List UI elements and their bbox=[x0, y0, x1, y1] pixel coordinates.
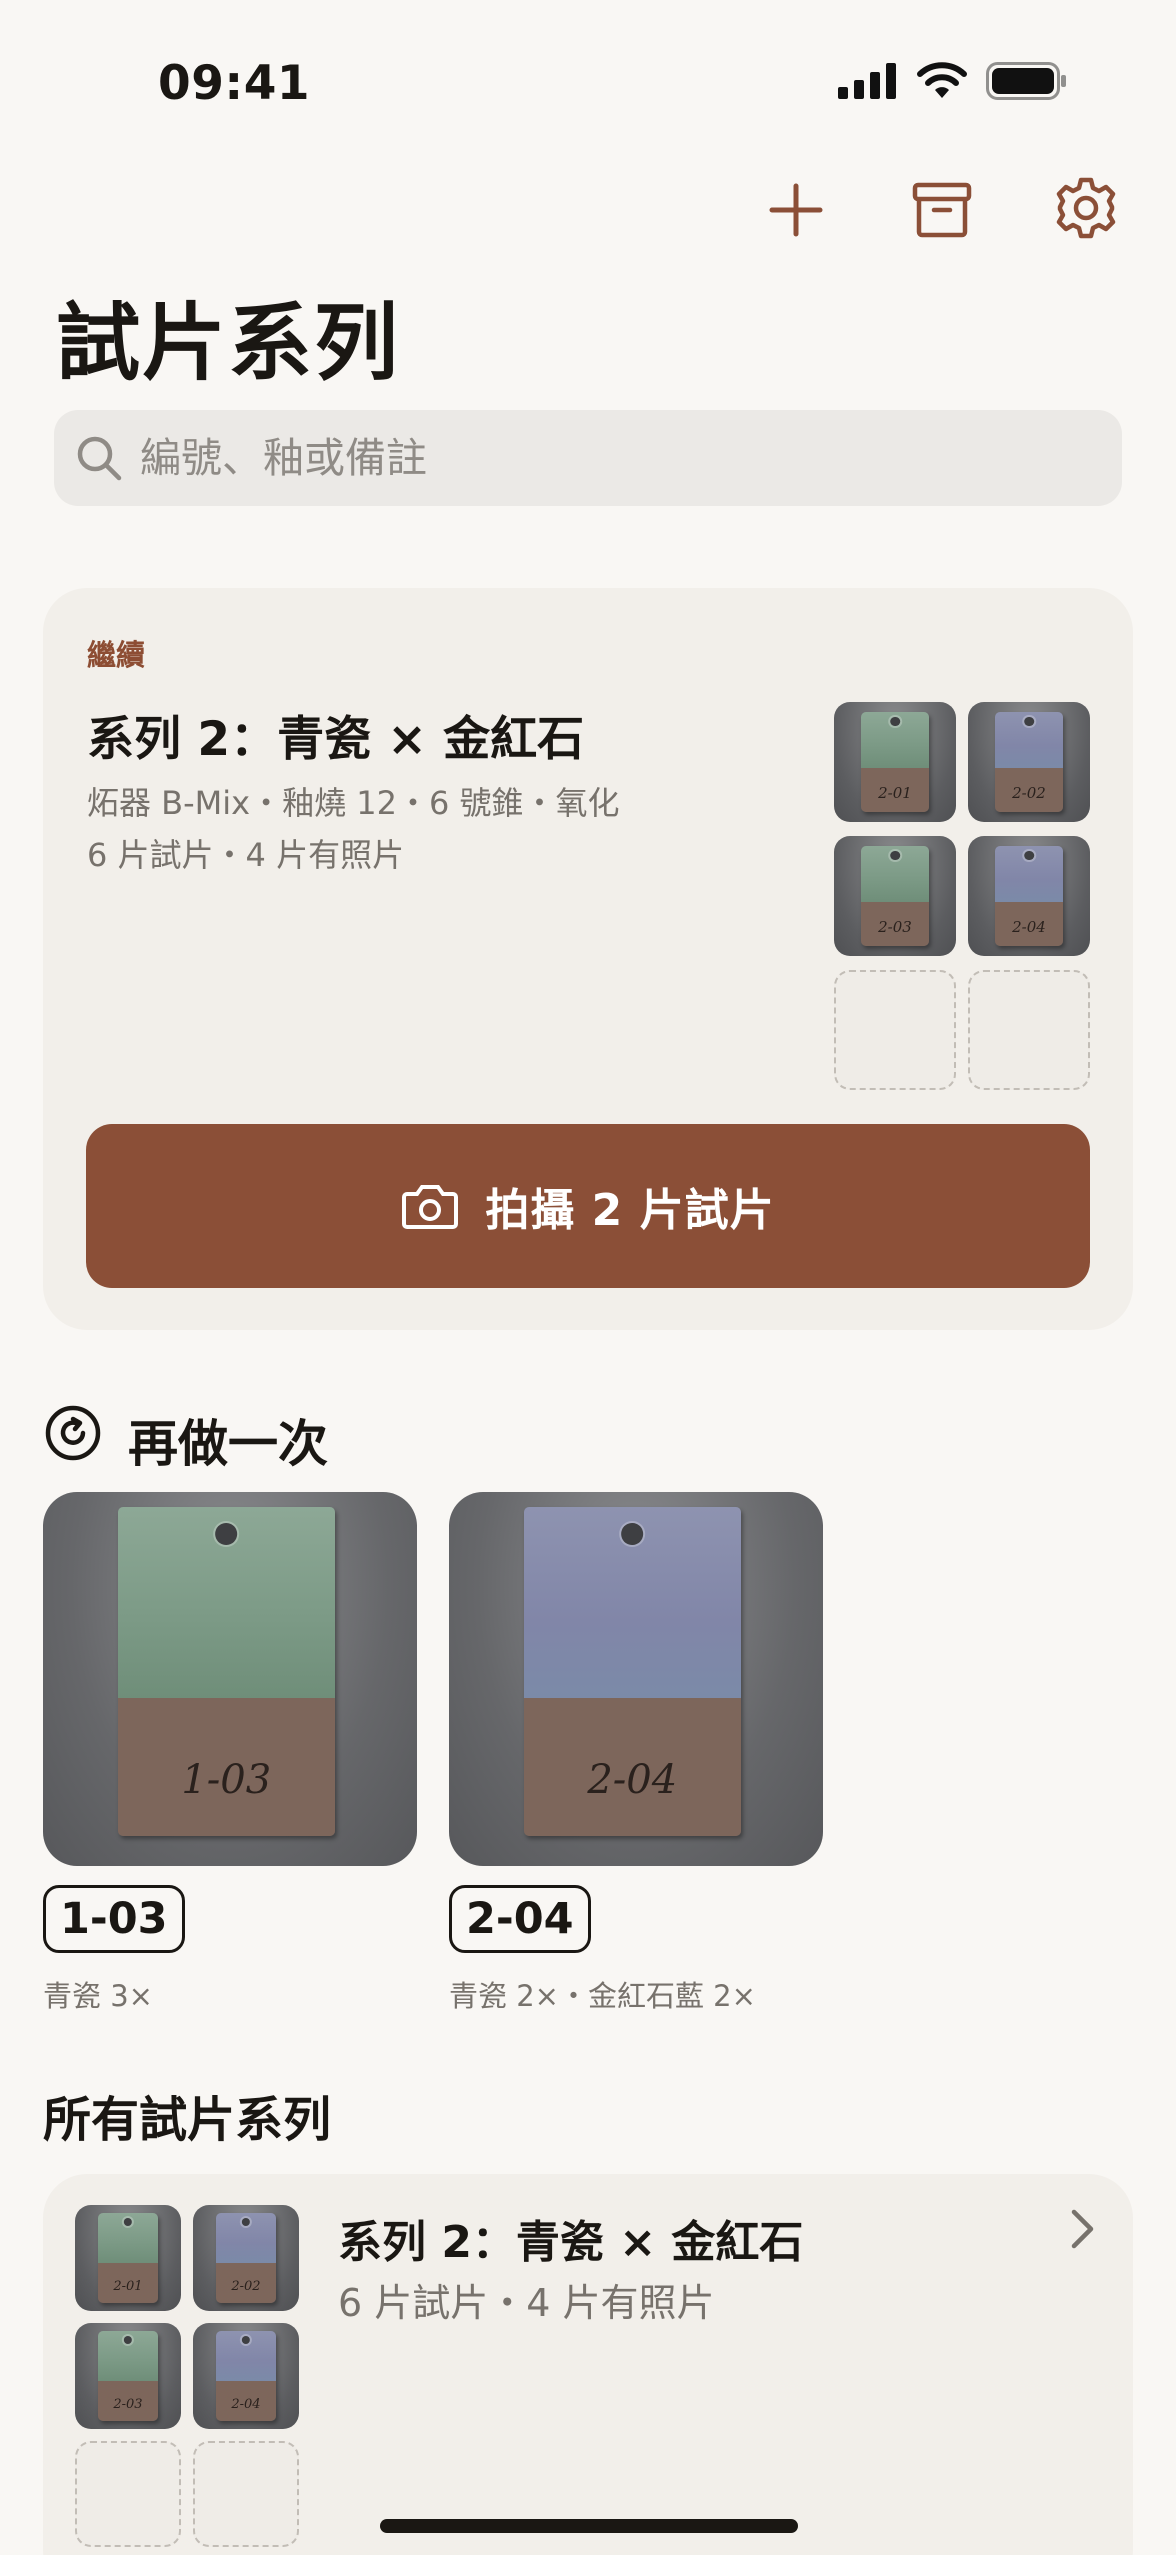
tile-label: 2-04 bbox=[587, 1757, 678, 1804]
search-icon bbox=[77, 436, 122, 481]
continue-eyebrow: 繼續 bbox=[87, 638, 146, 672]
series-subtitle: 6 片試片・4 片有照片 bbox=[338, 2281, 715, 2325]
tile-label: 2-02 bbox=[1012, 784, 1046, 803]
test-tile: 2-02 bbox=[216, 2213, 276, 2303]
archive-icon bbox=[912, 182, 972, 238]
all-series-heading: 所有試片系列 bbox=[43, 2092, 332, 2148]
empty-tile-slot[interactable] bbox=[834, 970, 956, 1090]
tile-thumbnail[interactable]: 2-03 bbox=[834, 836, 956, 956]
tile-label: 2-03 bbox=[113, 2396, 143, 2412]
test-tile: 2-04 bbox=[216, 2331, 276, 2421]
battery-icon bbox=[986, 62, 1066, 100]
continue-meta-count: 6 片試片・4 片有照片 bbox=[87, 836, 405, 874]
signal-icon bbox=[838, 63, 896, 99]
test-tile: 2-03 bbox=[860, 845, 930, 947]
camera-icon bbox=[402, 1185, 459, 1229]
search-input[interactable] bbox=[140, 434, 1040, 482]
page-title: 試片系列 bbox=[56, 294, 401, 392]
status-icons bbox=[838, 62, 1068, 100]
tile-thumbnail: 2-02 bbox=[193, 2205, 299, 2311]
series-title: 系列 2：青瓷 × 金紅石 bbox=[338, 2217, 804, 2268]
archive-button[interactable] bbox=[902, 170, 982, 250]
tile-thumbnail[interactable]: 2-01 bbox=[834, 702, 956, 822]
add-series-button[interactable] bbox=[756, 170, 836, 250]
test-tile: 1-03 bbox=[117, 1506, 335, 1837]
status-time: 09:41 bbox=[158, 56, 311, 111]
test-tile: 2-02 bbox=[994, 711, 1064, 813]
tile-code-badge: 2-04 bbox=[449, 1885, 591, 1953]
tile-thumbnail[interactable]: 2-02 bbox=[968, 702, 1090, 822]
test-tile: 2-01 bbox=[98, 2213, 158, 2303]
test-tile: 2-03 bbox=[98, 2331, 158, 2421]
continue-meta-firing: 炻器 B-Mix・釉燒 12・6 號錐・氧化 bbox=[87, 784, 620, 822]
redo-icon bbox=[45, 1405, 101, 1461]
tile-thumbnail: 2-01 bbox=[75, 2205, 181, 2311]
test-tile: 2-01 bbox=[860, 711, 930, 813]
tile-label: 1-03 bbox=[181, 1757, 272, 1804]
tile-label: 2-01 bbox=[113, 2278, 143, 2294]
tile-label: 2-02 bbox=[231, 2278, 261, 2294]
tile-recipe: 青瓷 3× bbox=[43, 1979, 153, 2013]
tile-label: 2-03 bbox=[878, 918, 912, 937]
search-bar[interactable] bbox=[54, 410, 1122, 506]
test-tile: 2-04 bbox=[523, 1506, 741, 1837]
redo-tile-photo[interactable]: 1-03 bbox=[43, 1492, 417, 1866]
tile-thumbnail: 2-03 bbox=[75, 2323, 181, 2429]
home-indicator bbox=[380, 2519, 798, 2533]
empty-tile-slot bbox=[193, 2441, 299, 2547]
redo-tile-photo[interactable]: 2-04 bbox=[449, 1492, 823, 1866]
tile-label: 2-04 bbox=[1012, 918, 1046, 937]
empty-tile-slot bbox=[75, 2441, 181, 2547]
plus-icon bbox=[769, 183, 823, 237]
shoot-tiles-button[interactable]: 拍攝 2 片試片 bbox=[86, 1124, 1090, 1288]
tile-label: 2-01 bbox=[878, 784, 912, 803]
tile-recipe: 青瓷 2×・金紅石藍 2× bbox=[449, 1979, 756, 2013]
chevron-right-icon bbox=[1071, 2209, 1094, 2249]
tile-thumbnail[interactable]: 2-04 bbox=[968, 836, 1090, 956]
empty-tile-slot[interactable] bbox=[968, 970, 1090, 1090]
settings-button[interactable] bbox=[1046, 168, 1126, 248]
tile-thumbnail: 2-04 bbox=[193, 2323, 299, 2429]
wifi-icon bbox=[917, 62, 967, 98]
tile-label: 2-04 bbox=[231, 2396, 261, 2412]
tile-code-badge: 1-03 bbox=[43, 1885, 185, 1953]
gear-icon bbox=[1056, 177, 1116, 239]
shoot-button-label: 拍攝 2 片試片 bbox=[485, 1185, 775, 1236]
continue-series-title: 系列 2：青瓷 × 金紅石 bbox=[87, 712, 585, 767]
redo-section-heading: 再做一次 bbox=[128, 1415, 328, 1473]
test-tile: 2-04 bbox=[994, 845, 1064, 947]
